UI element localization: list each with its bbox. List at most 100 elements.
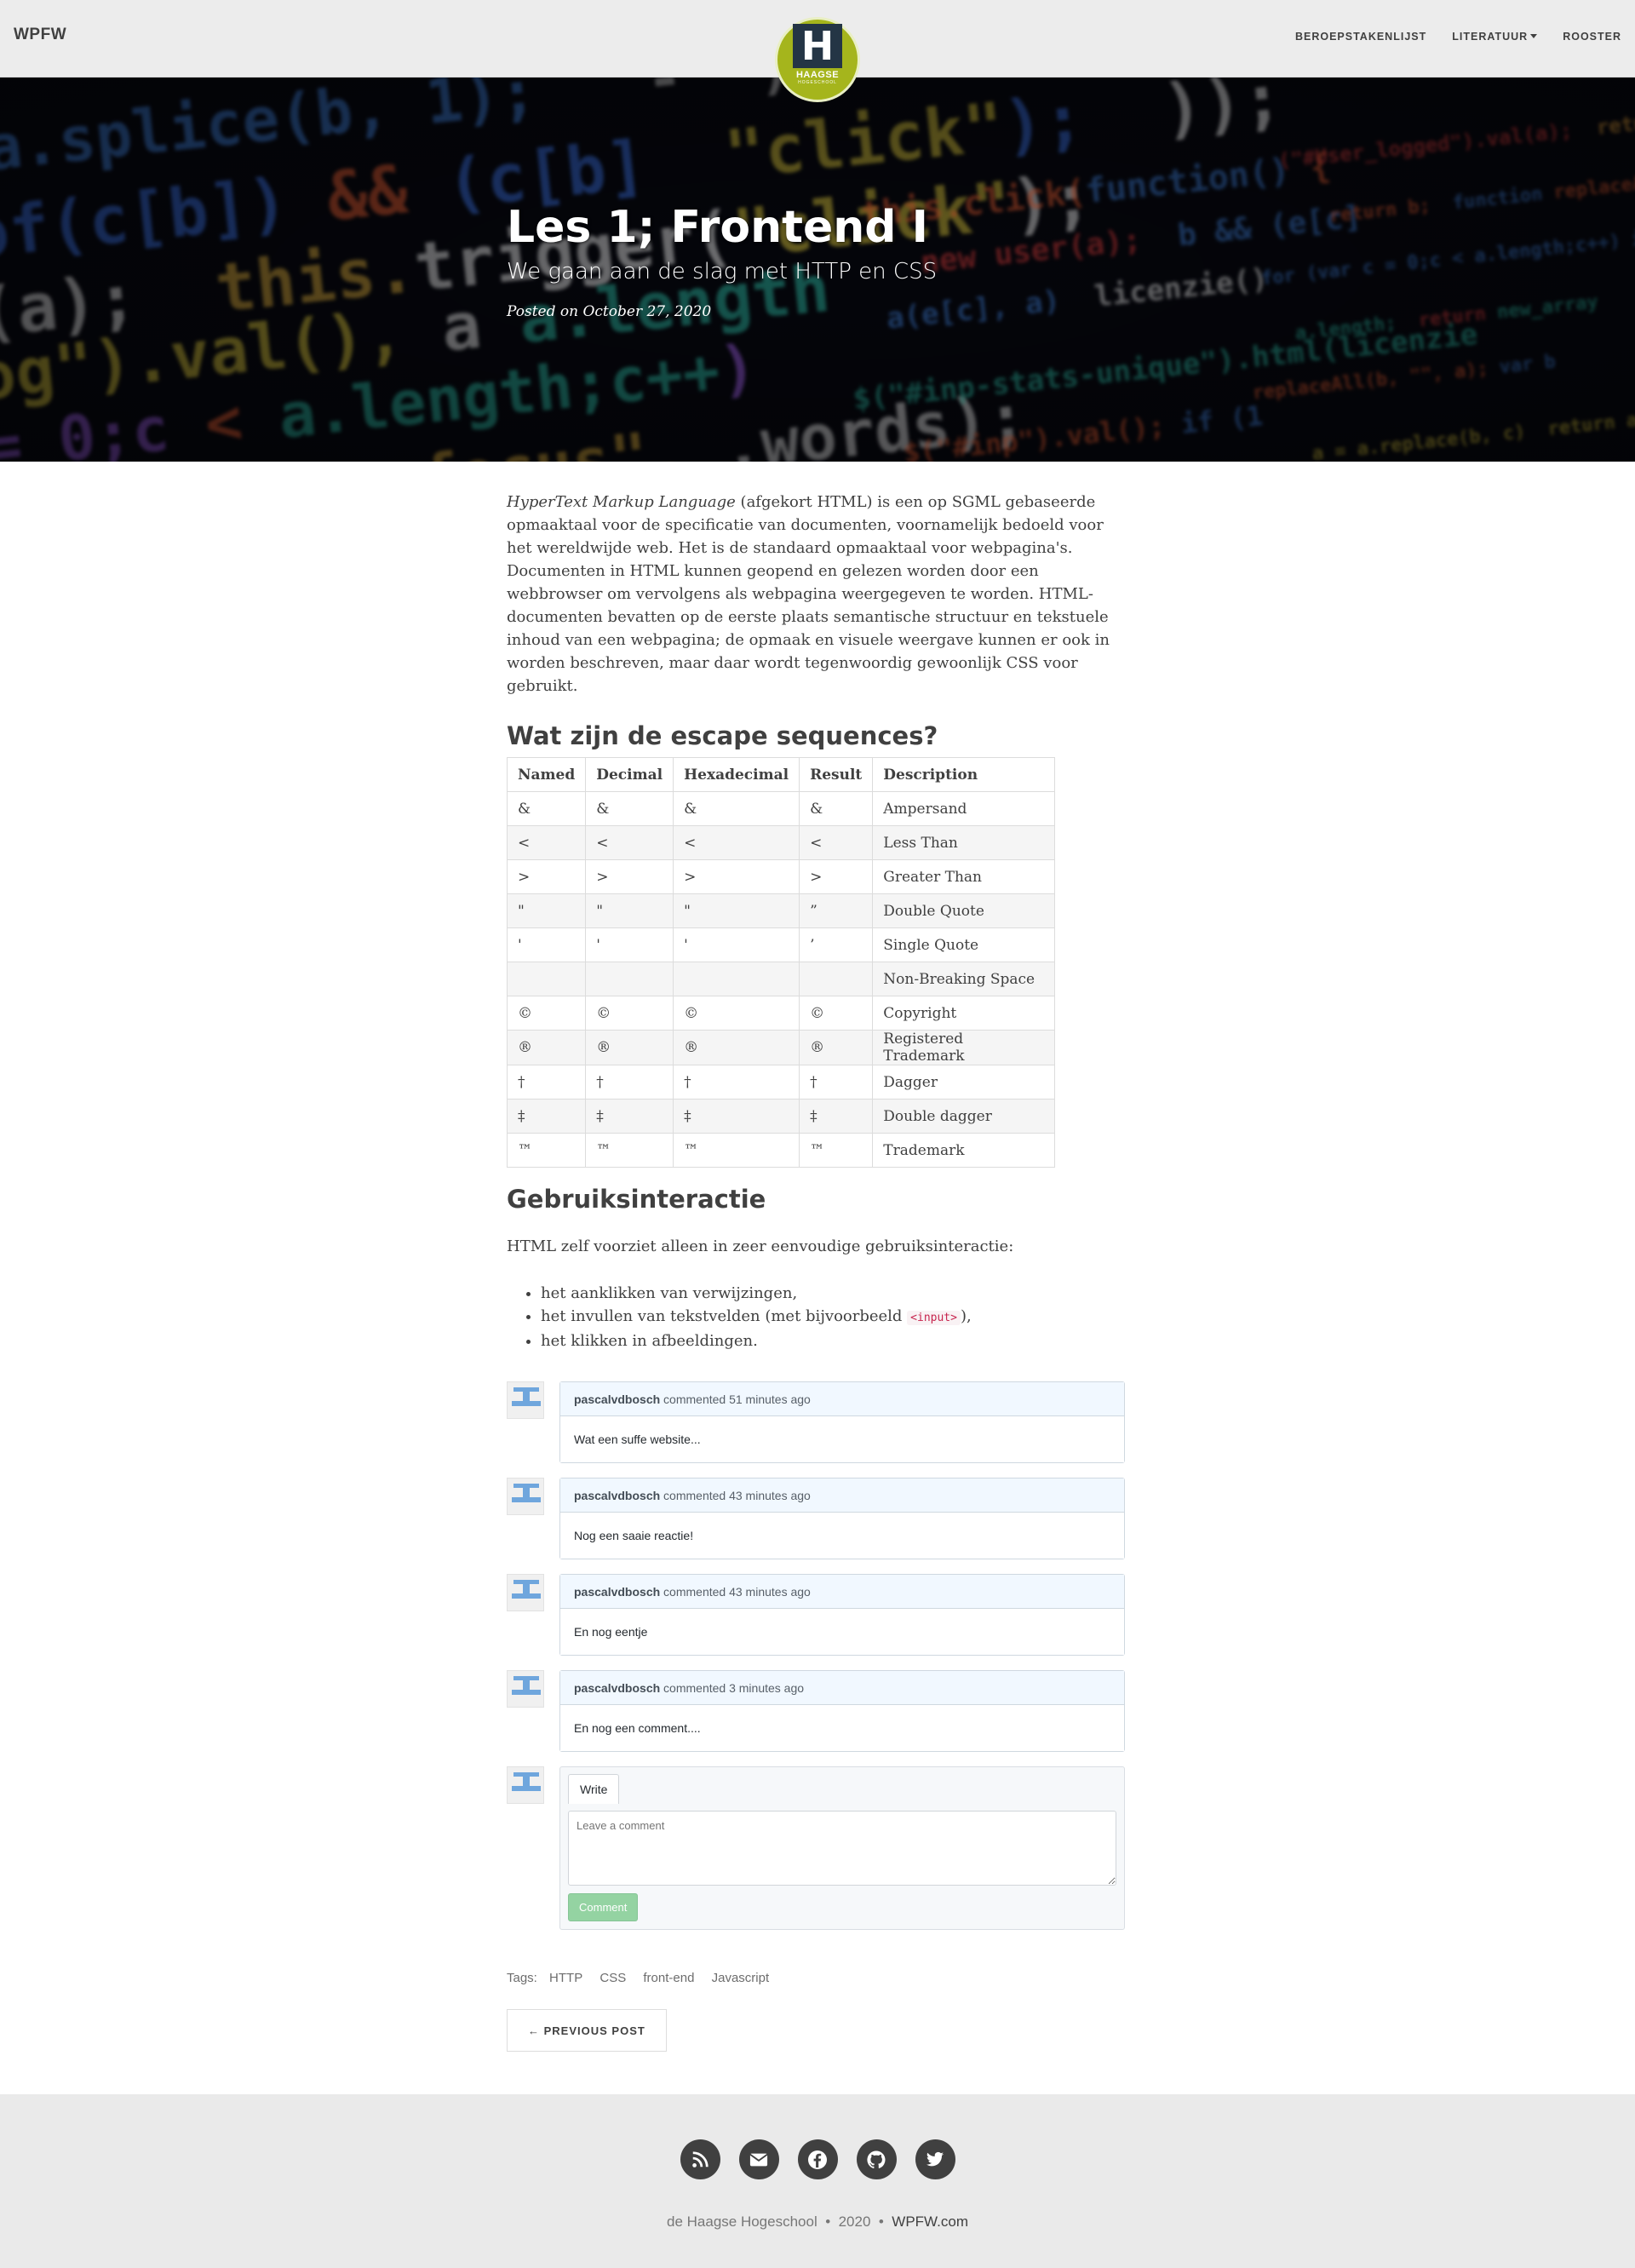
table-row: © © © © Copyright	[506, 996, 1056, 1031]
logo-subtext: HOGESCHOOL	[798, 80, 837, 85]
tag-link[interactable]: CSS	[600, 1971, 626, 1985]
gebruik-heading: Gebruiksinteractie	[507, 1185, 766, 1214]
escape-table: Named Decimal Hexadecimal Result Descrip…	[506, 757, 1056, 1168]
comment-body: En nog eentje	[560, 1609, 1124, 1655]
table-cell: ®	[673, 1030, 800, 1065]
post-meta: Posted on October 27, 2020	[507, 303, 712, 321]
footer-sep: •	[825, 2213, 831, 2230]
comment-author[interactable]: pascalvdbosch	[574, 1681, 660, 1695]
table-row: ® ® ® ® Registered Trademark	[506, 1030, 1056, 1065]
table-cell: <	[673, 825, 800, 860]
navbar: WPFW H HAAGSE HOGESCHOOL BEROEPSTAKENLIJ…	[0, 0, 1635, 102]
table-cell	[673, 962, 800, 996]
table-row: ‡ ‡ ‡ ‡ Double dagger	[506, 1099, 1056, 1134]
table-cell: ©	[585, 996, 674, 1031]
table-cell: >	[506, 859, 587, 894]
nav-link-rooster[interactable]: ROOSTER	[1563, 31, 1621, 43]
table-cell	[506, 962, 587, 996]
list-item: het klikken in afbeeldingen.	[541, 1329, 1128, 1352]
table-cell: &	[585, 791, 674, 826]
nav-link-beroepstakenlijst[interactable]: BEROEPSTAKENLIJST	[1295, 31, 1426, 43]
logo-letter: H	[793, 24, 842, 68]
table-cell: ’	[799, 927, 874, 962]
table-cell: †	[585, 1065, 674, 1100]
comments-section: pascalvdbosch commented 51 minutes ago W…	[507, 1381, 1128, 1930]
previous-post-button[interactable]: ← PREVIOUS POST	[507, 2009, 667, 2052]
table-cell: ®	[506, 1030, 587, 1065]
escape-heading: Wat zijn de escape sequences?	[507, 721, 938, 750]
table-cell: "	[585, 893, 674, 928]
nav-dropdown-literatuur[interactable]: LITERATUUR	[1452, 31, 1538, 43]
comment-author[interactable]: pascalvdbosch	[574, 1585, 660, 1599]
brand-link[interactable]: WPFW	[14, 26, 66, 44]
table-cell: <	[506, 825, 587, 860]
table-cell: Double Quote	[872, 893, 1056, 928]
table-cell: †	[799, 1065, 874, 1100]
comment-box: pascalvdbosch commented 51 minutes ago W…	[559, 1381, 1125, 1463]
table-cell: ®	[799, 1030, 874, 1065]
table-body: & & & & Ampersand < < < < Less Than > > > > Greater Th…	[506, 791, 1056, 1168]
tag-link[interactable]: Javascript	[712, 1971, 770, 1985]
comment-header: pascalvdbosch commented 43 minutes ago	[560, 1575, 1124, 1609]
list-item-text: ),	[960, 1307, 972, 1325]
inline-code: <input>	[907, 1311, 961, 1325]
table-cell: Double dagger	[872, 1099, 1056, 1134]
post-title: Les 1; Frontend I	[507, 202, 928, 253]
email-icon[interactable]	[738, 2139, 779, 2179]
comment-textarea[interactable]	[568, 1811, 1116, 1886]
table-cell: Dagger	[872, 1065, 1056, 1100]
table-cell: &	[673, 791, 800, 826]
comment-time[interactable]: 43 minutes ago	[729, 1585, 811, 1599]
comment-author[interactable]: pascalvdbosch	[574, 1392, 660, 1406]
avatar[interactable]	[507, 1478, 544, 1515]
table-cell: "	[506, 893, 587, 928]
table-cell: ™	[673, 1133, 800, 1168]
footer-sep: •	[878, 2213, 884, 2230]
comment-author[interactable]: pascalvdbosch	[574, 1489, 660, 1502]
tag-link[interactable]: HTTP	[549, 1971, 582, 1985]
tab-write[interactable]: Write	[568, 1774, 620, 1804]
table-header-row: Named Decimal Hexadecimal Result Descrip…	[506, 757, 1056, 792]
comment-box: pascalvdbosch commented 43 minutes ago N…	[559, 1478, 1125, 1559]
comment-button[interactable]: Comment	[568, 1893, 639, 1921]
tag-link[interactable]: front-end	[643, 1971, 694, 1985]
table-cell: ‡	[585, 1099, 674, 1134]
caret-down-icon	[1530, 34, 1538, 38]
footer-site-link[interactable]: WPFW.com	[892, 2213, 968, 2230]
table-header: Hexadecimal	[673, 757, 800, 792]
nav-links: BEROEPSTAKENLIJST LITERATUUR ROOSTER	[1295, 31, 1621, 43]
table-cell: ‡	[506, 1099, 587, 1134]
table-cell: ©	[506, 996, 587, 1031]
haagse-logo[interactable]: H HAAGSE HOGESCHOOL	[775, 17, 860, 102]
table-cell: >	[585, 859, 674, 894]
table-row: > > > > Greater Than	[506, 859, 1056, 894]
table-cell	[799, 962, 874, 996]
table-cell: >	[673, 859, 800, 894]
avatar[interactable]	[507, 1766, 544, 1804]
facebook-icon[interactable]	[797, 2139, 838, 2179]
table-cell: ™	[799, 1133, 874, 1168]
comment-header: pascalvdbosch commented 51 minutes ago	[560, 1382, 1124, 1416]
table-cell	[585, 962, 674, 996]
github-icon[interactable]	[856, 2139, 897, 2179]
new-comment: Write Comment	[507, 1766, 1128, 1930]
comment-action: commented	[663, 1585, 726, 1599]
avatar[interactable]	[507, 1574, 544, 1611]
intro-text: (afgekort HTML) is een op SGML gebaseerd…	[507, 493, 1110, 695]
list-item-text: het invullen van tekstvelden (met bijvoo…	[541, 1307, 908, 1325]
interaction-list: het aanklikken van verwijzingen, het inv…	[507, 1282, 1128, 1352]
comment-time[interactable]: 3 minutes ago	[729, 1681, 804, 1695]
twitter-icon[interactable]	[915, 2139, 955, 2179]
table-cell: ®	[585, 1030, 674, 1065]
table-cell: ™	[585, 1133, 674, 1168]
comment-time[interactable]: 43 minutes ago	[729, 1489, 811, 1502]
table-cell: ©	[673, 996, 800, 1031]
table-cell: ‡	[673, 1099, 800, 1134]
rss-icon[interactable]	[680, 2139, 720, 2179]
avatar[interactable]	[507, 1381, 544, 1419]
table-header: Description	[872, 757, 1056, 792]
table-cell: Trademark	[872, 1133, 1056, 1168]
comment-time[interactable]: 51 minutes ago	[729, 1392, 811, 1406]
avatar[interactable]	[507, 1670, 544, 1708]
table-cell: †	[673, 1065, 800, 1100]
